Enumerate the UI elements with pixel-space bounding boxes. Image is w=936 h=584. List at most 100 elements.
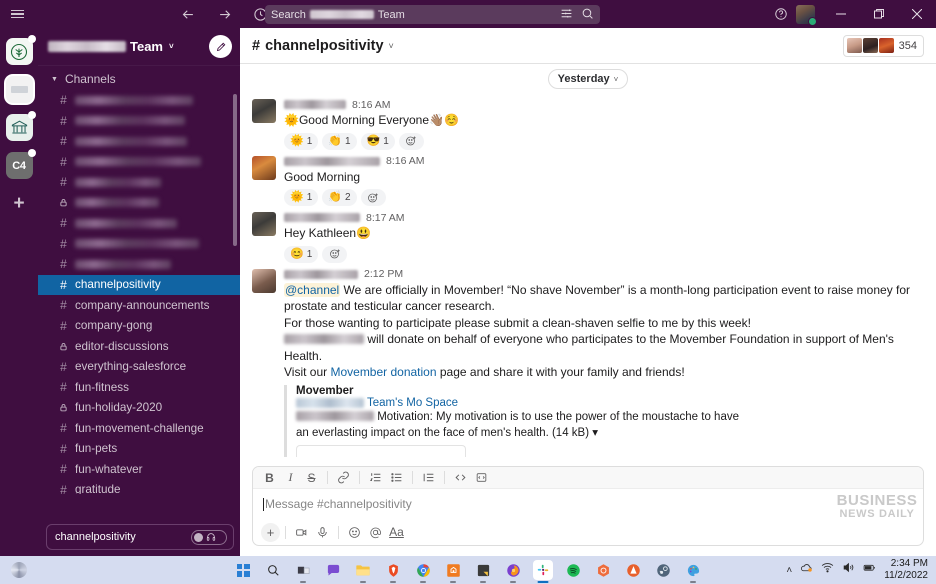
sidebar-item-redacted[interactable] — [38, 193, 240, 214]
back-arrow-icon[interactable] — [179, 5, 197, 23]
taskbar-app-hex[interactable] — [593, 560, 613, 580]
sidebar-item-redacted[interactable]: # — [38, 172, 240, 193]
add-reaction-button[interactable] — [398, 132, 424, 150]
compose-message-button[interactable] — [209, 35, 232, 58]
workspace-name[interactable]: Team ˅ — [48, 39, 209, 54]
taskbar-taskview[interactable] — [293, 560, 313, 583]
menu-icon[interactable] — [0, 0, 34, 28]
sidebar-scrollbar[interactable] — [233, 94, 237, 246]
video-button[interactable] — [291, 522, 312, 542]
reaction-pill[interactable]: 🌞 1 — [284, 132, 319, 150]
sidebar-item-redacted[interactable]: # — [38, 111, 240, 132]
reaction-pill[interactable]: 👏 1 — [322, 132, 357, 150]
plus-button[interactable]: + — [261, 522, 280, 542]
sidebar-item-fun-whatever[interactable]: # fun-whatever — [38, 459, 240, 480]
taskbar-start[interactable] — [233, 560, 253, 580]
sidebar-item-redacted[interactable]: # — [38, 234, 240, 255]
sidebar-item-company-gong[interactable]: # company-gong — [38, 316, 240, 337]
formatting-button[interactable]: Aa — [386, 522, 407, 542]
avatar[interactable] — [252, 212, 276, 236]
attachment-image-preview[interactable] — [296, 444, 466, 457]
attachment-subtitle[interactable]: Team's Mo Space — [296, 397, 754, 409]
reaction-pill[interactable]: 😎 1 — [360, 132, 395, 150]
wifi-icon[interactable] — [821, 561, 834, 579]
taskbar-acrobat[interactable] — [623, 560, 643, 580]
ordered-list-button[interactable] — [365, 468, 386, 488]
page-title[interactable]: # channelpositivity ˅ — [252, 38, 394, 54]
reaction-pill[interactable]: 😊 1 — [284, 245, 319, 263]
message-composer[interactable]: B I S Message #channelpositivity + Aa — [252, 466, 924, 546]
sidebar-item-fun-pets[interactable]: # fun-pets — [38, 439, 240, 460]
battery-icon[interactable] — [863, 561, 876, 579]
reaction-pill[interactable]: 👏 2 — [322, 189, 357, 206]
sidebar-item-redacted[interactable]: # — [38, 213, 240, 234]
message-list[interactable]: Yesterday ˅ 8:16 AM 🌞Good Morning Everyon… — [240, 64, 936, 463]
attachment-size-chevron[interactable]: ▾ — [592, 427, 598, 439]
avatar[interactable] — [252, 99, 276, 123]
workspace-c4[interactable]: C4 — [5, 149, 36, 179]
channel-list[interactable]: # # # # # # # # # channelpositivity # company-anno… — [38, 90, 240, 494]
sidebar-item-everything-salesforce[interactable]: # everything-salesforce — [38, 357, 240, 378]
onedrive-icon[interactable] — [800, 561, 813, 579]
workspace-current[interactable] — [5, 76, 33, 103]
workspace-header[interactable]: Team ˅ — [38, 28, 240, 66]
taskbar-slack[interactable] — [533, 560, 553, 583]
add-workspace-button[interactable]: + — [6, 190, 33, 217]
bold-button[interactable]: B — [259, 468, 280, 488]
avatar[interactable] — [252, 155, 276, 180]
workspace-leaf[interactable] — [5, 35, 36, 65]
avatar[interactable] — [252, 268, 276, 293]
maximize-icon[interactable] — [860, 0, 898, 28]
huddle-bar[interactable]: channelpositivity — [46, 524, 234, 550]
movember-donation-link[interactable]: Movember donation — [330, 365, 436, 379]
channels-section-header[interactable]: ▼ Channels — [38, 66, 240, 90]
emoji-button[interactable] — [344, 522, 365, 542]
volume-icon[interactable] — [842, 561, 855, 579]
search-icon[interactable] — [581, 7, 594, 23]
tray-chevron-icon[interactable]: ˄ — [786, 565, 792, 576]
taskbar-chrome[interactable] — [413, 560, 433, 583]
channel-mention[interactable]: @channel — [284, 282, 341, 297]
italic-button[interactable]: I — [280, 468, 301, 488]
taskbar-orb[interactable] — [0, 562, 38, 578]
taskbar-teams[interactable] — [323, 560, 343, 580]
mention-button[interactable] — [365, 522, 386, 542]
filter-sliders-icon[interactable] — [560, 7, 573, 23]
taskbar-clock[interactable]: 2:34 PM 11/2/2022 — [884, 558, 928, 582]
workspace-bank[interactable] — [5, 111, 36, 141]
taskbar-search[interactable] — [263, 560, 283, 580]
blockquote-button[interactable] — [418, 468, 439, 488]
taskbar-steam[interactable] — [653, 560, 673, 580]
taskbar-explorer[interactable] — [353, 560, 373, 583]
sidebar-item-company-announcements[interactable]: # company-announcements — [38, 295, 240, 316]
reaction-pill[interactable]: 🌞 1 — [284, 189, 319, 206]
sidebar-item-redacted[interactable]: # — [38, 90, 240, 111]
taskbar-app-orange[interactable] — [443, 560, 463, 583]
sidebar-item-fun-holiday-2020[interactable]: fun-holiday-2020 — [38, 398, 240, 419]
huddle-toggle[interactable] — [191, 529, 227, 545]
sidebar-item-fun-fitness[interactable]: # fun-fitness — [38, 377, 240, 398]
code-block-button[interactable] — [471, 468, 492, 488]
sidebar-item-editor-discussions[interactable]: editor-discussions — [38, 336, 240, 357]
help-icon[interactable] — [768, 0, 794, 28]
taskbar-paint[interactable] — [683, 560, 703, 583]
sidebar-item-channelpositivity[interactable]: # channelpositivity — [38, 274, 240, 295]
close-icon[interactable] — [898, 0, 936, 28]
strikethrough-button[interactable]: S — [301, 468, 322, 488]
sidebar-item-gratitude[interactable]: # gratitude — [38, 480, 240, 494]
member-count-button[interactable]: 354 — [842, 34, 924, 57]
add-reaction-button[interactable] — [322, 245, 348, 263]
sidebar-item-fun-movement-challenge[interactable]: # fun-movement-challenge — [38, 418, 240, 439]
code-button[interactable] — [450, 468, 471, 488]
sidebar-item-redacted[interactable]: # — [38, 131, 240, 152]
bulleted-list-button[interactable] — [386, 468, 407, 488]
taskbar-spotify[interactable] — [563, 560, 583, 580]
link-button[interactable] — [333, 468, 354, 488]
taskbar-firefox[interactable] — [503, 560, 523, 583]
taskbar-notepad[interactable] — [473, 560, 493, 583]
date-divider-pill[interactable]: Yesterday ˅ — [547, 69, 629, 89]
user-avatar[interactable] — [796, 4, 817, 26]
sidebar-item-redacted[interactable]: # — [38, 254, 240, 275]
message-input[interactable]: Message #channelpositivity — [253, 489, 923, 519]
sidebar-item-redacted[interactable]: # — [38, 152, 240, 173]
